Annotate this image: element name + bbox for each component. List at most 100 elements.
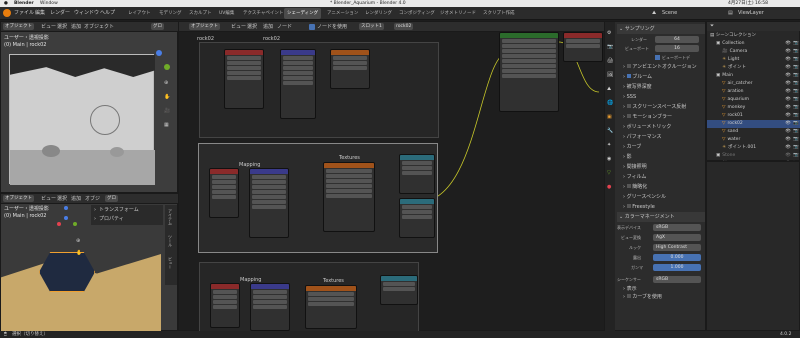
section-bloom[interactable]: › ブルーム xyxy=(617,72,705,82)
section-indirect[interactable]: › 間接照明 xyxy=(617,162,705,172)
viewport-samples-field[interactable]: 16 xyxy=(655,45,699,52)
constraint-tab-icon[interactable]: ▽ xyxy=(607,170,611,176)
render-camera-icon[interactable]: 📷 xyxy=(793,152,799,160)
outliner-item[interactable]: ▽ air_catcher 👁 📷 xyxy=(707,80,800,88)
visibility-eye-icon[interactable]: 👁 xyxy=(785,80,791,88)
upper-frame[interactable] xyxy=(199,42,439,138)
display-device-field[interactable]: sRGB xyxy=(653,224,701,231)
viewport-bottom-menu-add[interactable]: 追加 xyxy=(71,196,81,202)
outliner-item[interactable]: ▽ rock01 👁 📷 xyxy=(707,112,800,120)
render-camera-icon[interactable]: 📷 xyxy=(793,80,799,88)
node-principled-bsdf[interactable] xyxy=(499,32,559,112)
outliner-item[interactable]: ▽ rock02 👁 📷 xyxy=(707,120,800,128)
view-transform-field[interactable]: AgX xyxy=(653,234,701,241)
physics-tab-icon[interactable]: ◉ xyxy=(607,156,611,162)
render-samples-field[interactable]: 64 xyxy=(655,36,699,43)
tab-modeling[interactable]: モデリング xyxy=(156,8,185,19)
outliner-item[interactable]: ▽ monkey 👁 📷 xyxy=(707,104,800,112)
node-tex-coord[interactable] xyxy=(224,49,264,109)
hand-icon[interactable]: ✋ xyxy=(164,94,170,100)
section-shadows[interactable]: › 影 xyxy=(617,152,705,162)
outliner-filter-icon[interactable]: ⏷ xyxy=(710,23,714,29)
visibility-eye-icon[interactable]: 👁 xyxy=(785,40,791,48)
node-texture-1[interactable] xyxy=(330,49,370,89)
section-curves[interactable]: › カーブ xyxy=(617,142,705,152)
modifier-tab-icon[interactable]: 🔧 xyxy=(607,128,613,134)
menu-render[interactable]: レンダー xyxy=(50,10,70,16)
menu-edit[interactable]: 編集 xyxy=(35,10,45,16)
outliner-item[interactable]: ▽ aration 👁 📷 xyxy=(707,88,800,96)
viewport-top-global[interactable]: グロ xyxy=(151,23,164,30)
section-sampling[interactable]: ⌄ サンプリング xyxy=(617,24,705,34)
section-freestyle[interactable]: › Freestyle xyxy=(617,202,705,212)
properties-editor[interactable]: ⚙ 📷 🖨 🖼 ⛰ 🌐 ▣ 🔧 ✦ ◉ ▽ ● ⌄ サンプリング レンダー 64… xyxy=(604,21,706,332)
viewport-top[interactable]: オブジェクト ビュー 選択 追加 オブジェクト グロ ユーザー・透視投影 (0)… xyxy=(0,21,179,193)
camera-view-icon[interactable]: 🎥 xyxy=(164,108,170,114)
visibility-eye-icon[interactable]: 👁 xyxy=(785,96,791,104)
outliner-item[interactable]: ▣ Collection 👁 📷 xyxy=(707,40,800,48)
material-tab-icon[interactable]: ● xyxy=(607,184,611,190)
bottom-frame[interactable]: Mapping Textures xyxy=(199,262,419,332)
grid-icon[interactable]: ▦ xyxy=(164,122,169,128)
render-tab-icon[interactable]: 📷 xyxy=(607,44,613,50)
render-camera-icon[interactable]: 📷 xyxy=(793,48,799,56)
node-material-output[interactable] xyxy=(563,32,603,62)
tab-geometry-nodes[interactable]: ジオメトリノード xyxy=(437,8,479,19)
motion-blur-checkbox[interactable] xyxy=(626,114,631,118)
view-layer-name[interactable]: ViewLayer xyxy=(738,10,764,16)
tab-texture-paint[interactable]: テクスチャペイント xyxy=(240,8,286,19)
viewport-denoise-checkbox[interactable] xyxy=(655,55,660,60)
tab-shading[interactable]: シェーディング xyxy=(284,8,322,19)
node-mapping-2[interactable] xyxy=(249,168,289,238)
outliner[interactable]: ⏷ ▤ シーンコレクション ▣ Collection 👁 📷 🎥 Camera 👁 📷 ☀ Lig… xyxy=(706,21,800,166)
viewport-bottom[interactable]: オブジェクト ビュー 選択 追加 オブジ グロ ユーザー・透視投影 (0) Ma… xyxy=(0,193,179,332)
hand-icon-2[interactable]: ✋ xyxy=(76,250,82,256)
tab-rendering[interactable]: レンダリング xyxy=(362,8,395,19)
outliner-item[interactable]: ☀ Light 👁 📷 xyxy=(707,56,800,64)
viewport-top-mode[interactable]: オブジェクト xyxy=(3,23,34,30)
node-color-ramp[interactable] xyxy=(399,154,435,194)
node-editor[interactable]: オブジェクト ビュー 選択 追加 ノード ノードを使用 スロット1 rock02… xyxy=(178,21,620,332)
middle-frame[interactable]: Mapping Textures xyxy=(198,143,438,253)
outliner-item[interactable]: ☀ ポイント.001 👁 📷 xyxy=(707,144,800,152)
render-camera-icon[interactable]: 📷 xyxy=(793,120,799,128)
subsection-curves[interactable]: › カーブを使用 xyxy=(617,293,705,301)
gizmo-y2-point[interactable] xyxy=(73,222,77,226)
gamma-field[interactable]: 1.000 xyxy=(653,264,701,271)
section-simplify[interactable]: › 簡略化 xyxy=(617,182,705,192)
section-dof[interactable]: › 被写界深度 xyxy=(617,82,705,92)
menu-file[interactable]: ファイル xyxy=(14,10,34,16)
viewport-top-menu-view[interactable]: ビュー xyxy=(41,24,56,30)
world-tab-icon[interactable]: 🌐 xyxy=(607,100,613,106)
visibility-eye-icon[interactable]: 👁 xyxy=(785,56,791,64)
render-camera-icon[interactable]: 📷 xyxy=(793,72,799,80)
node-mapping-3[interactable] xyxy=(250,283,290,331)
blender-logo-icon[interactable] xyxy=(3,9,11,17)
viewport-top-menu-select[interactable]: 選択 xyxy=(57,24,67,30)
visibility-eye-icon[interactable]: 👁 xyxy=(785,152,791,160)
section-motion-blur[interactable]: › モーションブラー xyxy=(617,112,705,122)
tab-view[interactable]: ビュー xyxy=(168,257,173,269)
render-camera-icon[interactable]: 📷 xyxy=(793,64,799,72)
gizmo-z-point[interactable] xyxy=(64,206,68,210)
simplify-checkbox[interactable] xyxy=(626,184,631,188)
tool-tab-icon[interactable]: ⚙ xyxy=(607,30,611,36)
render-camera-icon[interactable]: 📷 xyxy=(793,144,799,152)
render-camera-icon[interactable]: 📷 xyxy=(793,104,799,112)
visibility-eye-icon[interactable]: 👁 xyxy=(785,88,791,96)
tab-scripting[interactable]: スクリプト作成 xyxy=(480,8,518,19)
outliner-item[interactable]: ☀ ポイント 👁 📷 xyxy=(707,64,800,72)
viewport-top-menu-object[interactable]: オブジェクト xyxy=(84,24,114,30)
view-layer-tab-icon[interactable]: 🖼 xyxy=(607,72,613,78)
render-camera-icon[interactable]: 📷 xyxy=(793,40,799,48)
menu-window[interactable]: ウィンドウ xyxy=(74,10,99,16)
bloom-checkbox[interactable] xyxy=(626,74,631,78)
viewport-bottom-global[interactable]: グロ xyxy=(105,195,118,202)
node-tex-coord-2[interactable] xyxy=(209,168,239,218)
zoom-icon[interactable]: ⊕ xyxy=(164,80,168,86)
tab-tool[interactable]: ツール xyxy=(168,235,173,247)
viewport-bottom-menu-view[interactable]: ビュー xyxy=(41,196,56,202)
viewport-bottom-mode[interactable]: オブジェクト xyxy=(3,195,34,202)
viewport-bottom-menu-select[interactable]: 選択 xyxy=(57,196,67,202)
output-tab-icon[interactable]: 🖨 xyxy=(607,58,613,64)
